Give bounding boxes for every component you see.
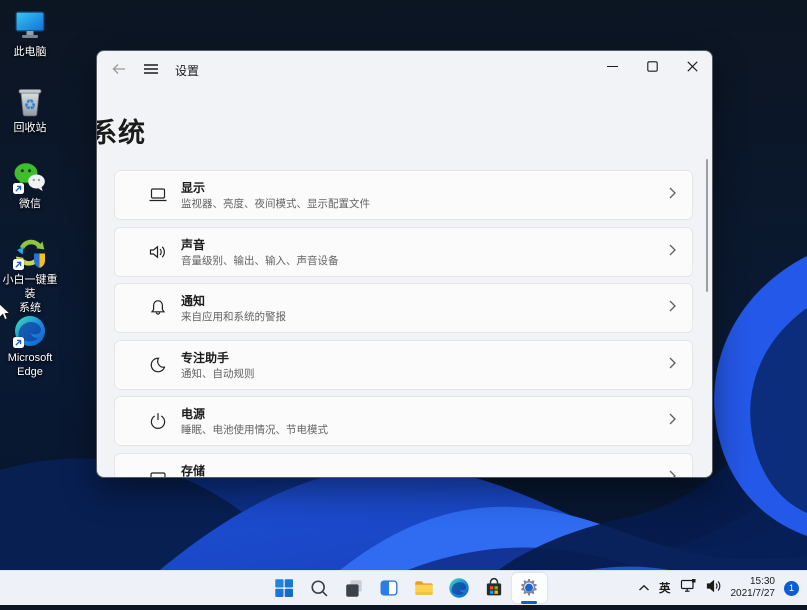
settings-item-sound[interactable]: 声音 音量级别、输出、输入、声音设备 (114, 227, 693, 277)
wechat-icon (13, 160, 47, 194)
desktop-icon-label: 微信 (19, 198, 41, 210)
settings-item-power[interactable]: 电源 睡眠、电池使用情况、节电模式 (114, 396, 693, 446)
maximize-button[interactable] (632, 51, 672, 81)
volume-icon[interactable] (706, 579, 722, 598)
desktop-icon-label: Microsoft Edge (7, 352, 53, 378)
edge-icon (449, 578, 469, 598)
chevron-right-icon (669, 469, 676, 477)
settings-item-subtitle: 睡眠、电池使用情况、节电模式 (181, 424, 328, 436)
close-button[interactable] (672, 51, 712, 81)
desktop-icon-wechat[interactable]: 微信 (0, 160, 62, 211)
start-button[interactable] (267, 573, 302, 603)
settings-item-subtitle: 音量级别、输出、输入、声音设备 (181, 255, 339, 267)
chevron-right-icon (669, 243, 676, 261)
tray-chevron-up-icon[interactable] (638, 579, 650, 597)
settings-window: 设置 系统 显示 监视器、亮度、夜间模式、显示配置文件 (96, 50, 713, 478)
settings-item-subtitle: 来自应用和系统的警报 (181, 311, 286, 323)
notification-badge[interactable]: 1 (784, 580, 799, 596)
chevron-right-icon (669, 356, 676, 374)
back-button[interactable] (105, 56, 133, 82)
minimize-button[interactable] (592, 51, 632, 81)
store-button[interactable] (477, 573, 512, 603)
settings-taskbar-button[interactable]: ⚙ (511, 573, 547, 604)
taskbar-clock[interactable]: 15:30 2021/7/27 (731, 576, 776, 600)
file-explorer-icon (415, 581, 433, 595)
settings-item-subtitle: 通知、自动规则 (181, 368, 255, 380)
clock-date: 2021/7/27 (730, 588, 776, 599)
settings-item-title: 电源 (181, 407, 206, 421)
window-scrollbar[interactable] (706, 159, 708, 292)
power-icon (148, 411, 168, 431)
bell-icon (148, 298, 168, 318)
this-pc-icon (13, 8, 47, 42)
svg-text:♻: ♻ (24, 98, 37, 114)
taskbar: ⚙ 英 15:30 2021/7/27 1 (0, 570, 807, 605)
taskbar-center-icons: ⚙ (267, 573, 547, 604)
microsoft-store-icon (486, 577, 502, 596)
desktop-icon-recycle-bin[interactable]: ♻ 回收站 (0, 84, 62, 135)
edge-taskbar-button[interactable] (442, 573, 477, 603)
desktop-icon-this-pc[interactable]: 此电脑 (0, 8, 62, 59)
gear-icon: ⚙ (519, 577, 539, 599)
settings-item-title: 通知 (181, 294, 206, 308)
chevron-right-icon (669, 412, 676, 430)
edge-icon (13, 314, 47, 348)
task-view-button[interactable] (337, 573, 372, 603)
page-title: 系统 (97, 118, 146, 148)
system-tray: 英 15:30 2021/7/27 1 (638, 571, 799, 605)
mouse-cursor (0, 303, 11, 327)
settings-item-storage[interactable]: 存储 (114, 453, 693, 478)
window-title: 设置 (175, 64, 200, 78)
settings-item-title: 存储 (181, 464, 206, 478)
sound-icon (148, 242, 168, 262)
shortcut-arrow-icon (13, 337, 24, 348)
widgets-icon (380, 580, 398, 596)
file-explorer-button[interactable] (407, 573, 442, 603)
settings-item-title: 声音 (181, 238, 206, 252)
settings-item-title: 显示 (181, 181, 206, 195)
hamburger-menu-button[interactable] (137, 56, 165, 82)
moon-icon (148, 355, 168, 375)
settings-item-display[interactable]: 显示 监视器、亮度、夜间模式、显示配置文件 (114, 170, 693, 220)
widgets-button[interactable] (372, 573, 407, 603)
clock-time: 15:30 (749, 576, 775, 587)
settings-item-focus-assist[interactable]: 专注助手 通知、自动规则 (114, 340, 693, 390)
settings-item-subtitle: 监视器、亮度、夜间模式、显示配置文件 (181, 198, 370, 210)
window-titlebar[interactable]: 设置 (97, 51, 712, 87)
shortcut-arrow-icon (13, 259, 24, 270)
task-view-icon (346, 580, 362, 597)
xiaobai-reinstall-icon (13, 236, 47, 270)
ime-indicator[interactable]: 英 (659, 580, 671, 596)
display-icon (148, 185, 168, 205)
chevron-right-icon (669, 299, 676, 317)
desktop-icon-label: 此电脑 (13, 46, 47, 58)
desktop-icon-label: 回收站 (13, 122, 47, 134)
recycle-bin-icon: ♻ (13, 84, 47, 118)
settings-item-notifications[interactable]: 通知 来自应用和系统的警报 (114, 283, 693, 333)
active-app-indicator (521, 601, 537, 604)
search-button[interactable] (302, 573, 337, 603)
settings-item-title: 专注助手 (181, 351, 230, 365)
chevron-right-icon (669, 186, 676, 204)
storage-icon (148, 468, 168, 477)
search-icon (310, 579, 327, 596)
shortcut-arrow-icon (13, 183, 24, 194)
network-icon[interactable] (680, 578, 697, 598)
windows-start-icon (275, 579, 293, 597)
